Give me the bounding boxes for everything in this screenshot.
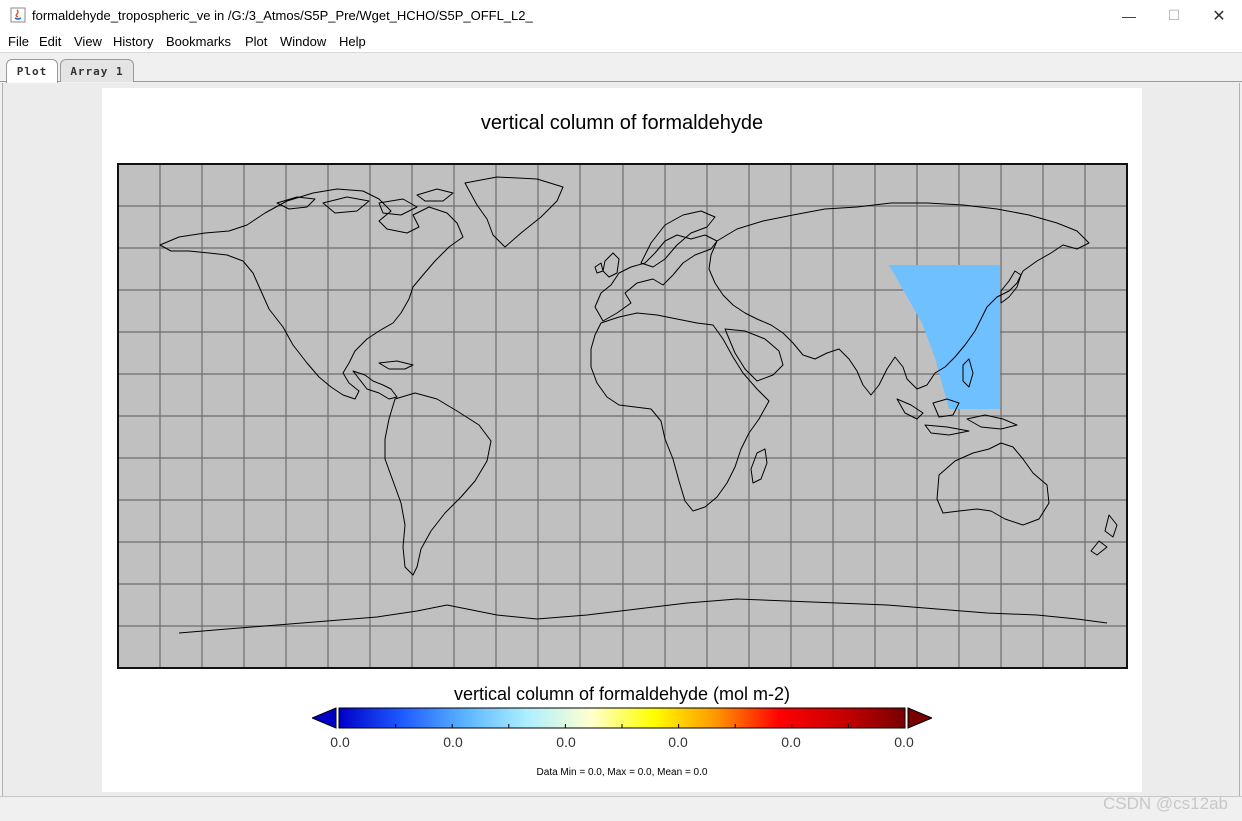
menu-bookmarks[interactable]: Bookmarks — [166, 34, 231, 49]
minimize-icon: — — [1122, 7, 1136, 24]
menu-bar: File Edit View History Bookmarks Plot Wi… — [0, 31, 1242, 53]
close-button[interactable]: ✕ — [1196, 0, 1242, 31]
colorbar-tick-label: 0.0 — [330, 734, 350, 750]
close-icon: ✕ — [1212, 7, 1226, 25]
status-bar — [0, 796, 1242, 821]
menu-window[interactable]: Window — [280, 34, 326, 49]
colorbar-tick-label: 0.0 — [556, 734, 576, 750]
menu-history[interactable]: History — [113, 34, 153, 49]
colorbar-right-arrow — [907, 707, 932, 729]
title-bar: formaldehyde_tropospheric_ve in /G:/3_At… — [0, 0, 1242, 31]
watermark: CSDN @cs12ab — [1103, 794, 1228, 813]
menu-edit[interactable]: Edit — [39, 34, 61, 49]
maximize-button[interactable]: ☐ — [1151, 0, 1197, 31]
plot-title: vertical column of formaldehyde — [480, 112, 764, 134]
menu-help[interactable]: Help — [339, 34, 366, 49]
data-stats: Data Min = 0.0, Max = 0.0, Mean = 0.0 — [536, 767, 708, 778]
menu-view[interactable]: View — [74, 34, 102, 49]
colorbar-tick-label: 0.0 — [443, 734, 463, 750]
java-app-icon — [10, 7, 26, 23]
minimize-button[interactable]: — — [1106, 0, 1152, 31]
menu-file[interactable]: File — [8, 34, 29, 49]
app-window: formaldehyde_tropospheric_ve in /G:/3_At… — [0, 0, 1242, 821]
tab-array-1[interactable]: Array 1 — [60, 59, 134, 82]
window-title: formaldehyde_tropospheric_ve in /G:/3_At… — [32, 8, 533, 23]
colorbar-tick-label: 0.0 — [781, 734, 801, 750]
menu-plot[interactable]: Plot — [245, 34, 267, 49]
colorbar-left-arrow — [312, 707, 337, 729]
colorbar — [312, 707, 932, 729]
colorbar-tick-label: 0.0 — [894, 734, 914, 750]
colorbar-title: vertical column of formaldehyde (mol m-2… — [453, 684, 791, 704]
world-map[interactable] — [117, 163, 1128, 669]
tab-strip: Plot Array 1 — [0, 53, 1242, 83]
maximize-icon: ☐ — [1167, 7, 1181, 23]
colorbar-tick-label: 0.0 — [668, 734, 688, 750]
tab-plot[interactable]: Plot — [6, 59, 58, 83]
